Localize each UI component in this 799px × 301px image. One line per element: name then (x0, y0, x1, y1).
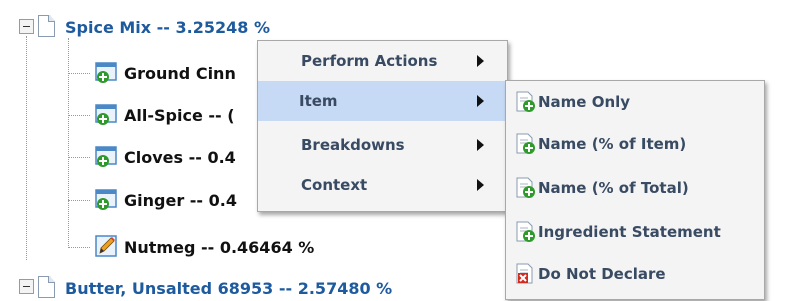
tree-node-spice-mix[interactable]: Spice Mix -- 3.25248 % (65, 18, 270, 37)
submenu-item-label: Ingredient Statement (538, 223, 721, 241)
tree-connector (68, 38, 69, 248)
submenu-item-do-not-declare[interactable]: Do Not Declare (506, 253, 764, 295)
tree-node-butter-unsalted[interactable]: Butter, Unsalted 68953 -- 2.57480 % (65, 279, 392, 298)
tree-connector (68, 200, 90, 201)
tree-connector (26, 36, 27, 260)
menu-item-perform-actions[interactable]: Perform Actions (258, 41, 507, 81)
context-menu: Perform Actions Item Breakdowns Context (257, 40, 508, 212)
tree-connector (68, 73, 90, 74)
add-ingredient-icon[interactable] (95, 189, 119, 211)
submenu-arrow-icon (477, 139, 484, 151)
menu-item-item[interactable]: Item (258, 81, 507, 121)
submenu-item-name-pct-item[interactable]: Name (% of Item) (506, 123, 764, 165)
add-ingredient-icon[interactable] (95, 104, 119, 126)
page-add-icon (516, 221, 535, 242)
tree-node-ingredient[interactable]: Nutmeg -- 0.46464 % (124, 238, 314, 257)
edit-ingredient-icon[interactable] (95, 235, 119, 257)
tree-connector (68, 115, 90, 116)
tree-node-ingredient[interactable]: Ginger -- 0.4 (124, 191, 237, 210)
item-submenu: Name Only Name (% of Item) Name (% of To… (505, 80, 765, 300)
submenu-item-label: Name (% of Total) (538, 179, 689, 197)
collapse-toggle-butter[interactable] (19, 279, 34, 294)
page-add-icon (516, 91, 535, 112)
tree-node-ingredient[interactable]: Cloves -- 0.4 (124, 148, 236, 167)
submenu-item-name-only[interactable]: Name Only (506, 81, 764, 123)
page-icon (38, 15, 55, 37)
menu-item-label: Perform Actions (301, 52, 438, 70)
tree-connector (68, 157, 90, 158)
add-ingredient-icon[interactable] (95, 146, 119, 168)
tree-connector (68, 247, 90, 248)
submenu-arrow-icon (477, 95, 484, 107)
page-add-icon (516, 177, 535, 198)
page-delete-icon (516, 263, 533, 284)
menu-item-label: Context (301, 176, 368, 194)
page-icon (38, 276, 55, 298)
submenu-item-label: Do Not Declare (538, 265, 666, 283)
collapse-toggle-spice-mix[interactable] (19, 19, 34, 34)
tree-node-ingredient[interactable]: All-Spice -- ( (124, 106, 235, 125)
submenu-arrow-icon (477, 55, 484, 67)
page-add-icon (516, 133, 535, 154)
tree-node-ingredient[interactable]: Ground Cinn (124, 64, 236, 83)
submenu-item-name-pct-total[interactable]: Name (% of Total) (506, 167, 764, 209)
menu-item-breakdowns[interactable]: Breakdowns (258, 125, 507, 165)
submenu-item-label: Name (% of Item) (538, 135, 687, 153)
submenu-arrow-icon (477, 179, 484, 191)
menu-item-context[interactable]: Context (258, 165, 507, 205)
submenu-item-ingredient-statement[interactable]: Ingredient Statement (506, 211, 764, 253)
menu-item-label: Item (299, 92, 338, 110)
add-ingredient-icon[interactable] (95, 62, 119, 84)
submenu-item-label: Name Only (538, 93, 631, 111)
menu-item-label: Breakdowns (301, 136, 405, 154)
